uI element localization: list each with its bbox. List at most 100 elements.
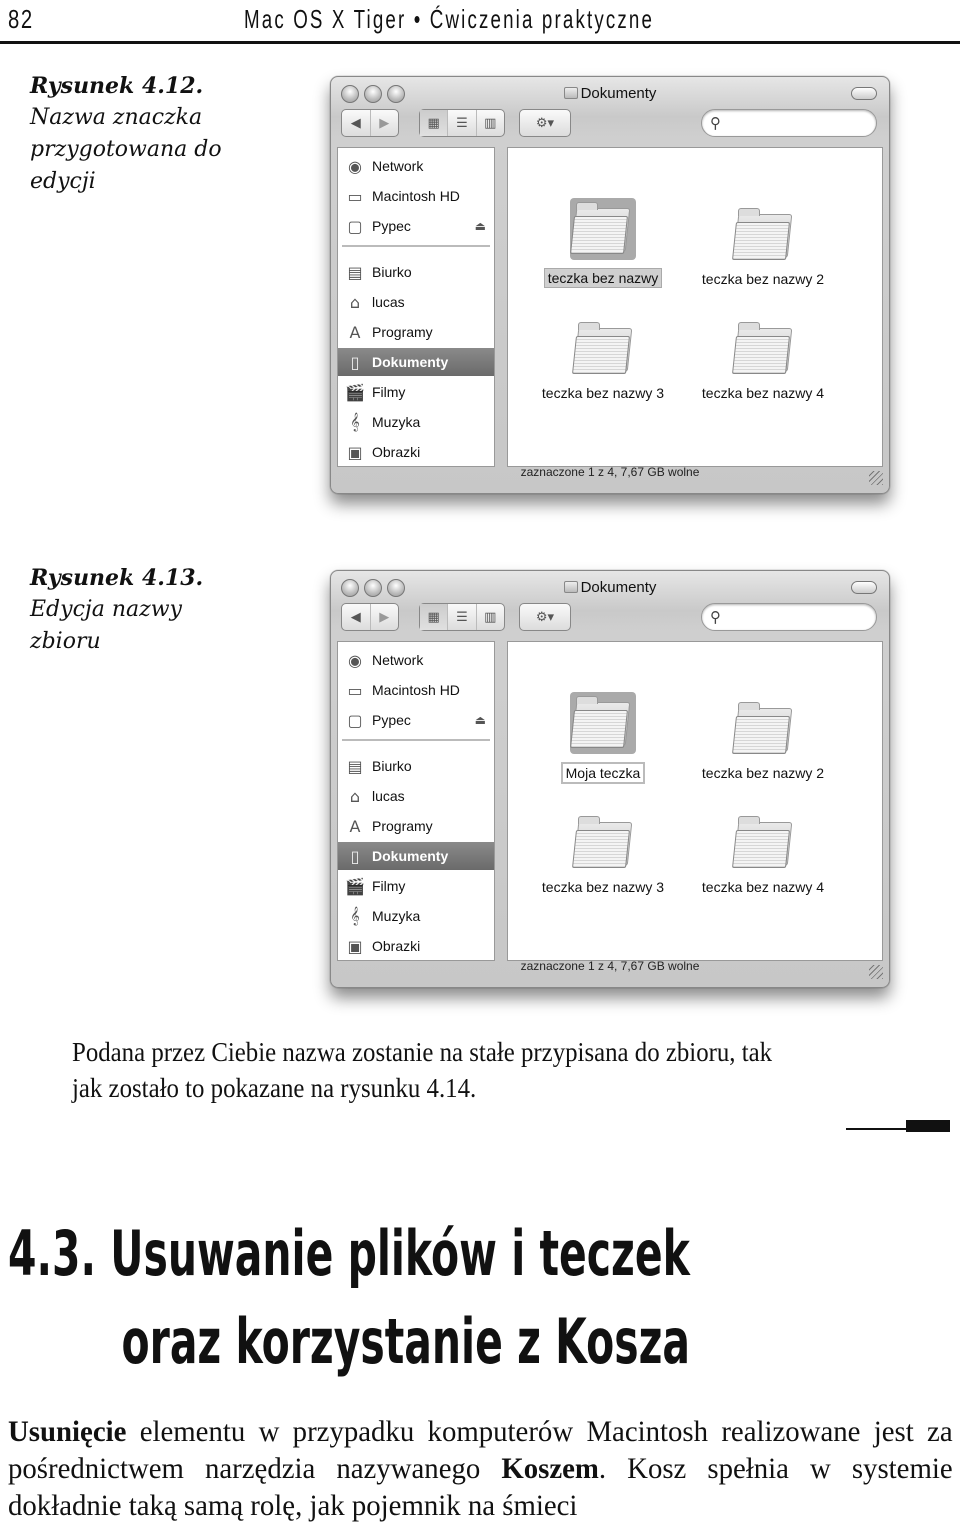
device-icon: ▢ — [347, 216, 363, 236]
resize-grip[interactable] — [869, 965, 883, 979]
action-menu-button[interactable]: ⚙▾ — [519, 109, 571, 137]
list-view-button[interactable]: ☰ — [448, 604, 477, 630]
sidebar-item[interactable]: ▣ Obrazki — [338, 932, 494, 960]
folder-name: teczka bez nazwy 4 — [701, 879, 825, 895]
sidebar: ◉ Network ▭ Macintosh HD ▢ Pypec ⏏ ▤ Biurko ⌂ luca… — [337, 641, 495, 961]
sidebar-item-label: Muzyka — [372, 908, 421, 924]
back-icon: ◀ — [350, 609, 361, 625]
folder-icon — [563, 87, 578, 99]
sidebar-item[interactable]: ▣ Obrazki — [338, 438, 494, 466]
place-icon: ⌂ — [349, 786, 361, 806]
sidebar: ◉ Network ▭ Macintosh HD ▢ Pypec ⏏ ▤ Biurko ⌂ luca… — [337, 147, 495, 467]
sidebar-item[interactable]: ▤ Biurko — [338, 258, 494, 286]
resize-grip[interactable] — [869, 471, 883, 485]
sidebar-item[interactable]: A Programy — [338, 812, 494, 840]
search-field[interactable]: ⚲ — [701, 603, 877, 631]
folder-name: teczka bez nazwy 4 — [701, 385, 825, 401]
sidebar-item[interactable]: ▤ Biurko — [338, 752, 494, 780]
grid-icon: ▦ — [427, 115, 440, 131]
gear-icon: ⚙▾ — [535, 115, 555, 131]
sidebar-item[interactable]: ⌂ lucas — [338, 288, 494, 316]
device-icon: ▭ — [347, 186, 363, 206]
section-heading-line2: oraz korzystanie z Kosza — [121, 1305, 691, 1378]
column-view-button[interactable]: ▥ — [477, 110, 504, 136]
folder-icon — [563, 581, 578, 593]
action-menu-button[interactable]: ⚙▾ — [519, 603, 571, 631]
sidebar-item-label: Filmy — [372, 878, 406, 894]
folder-item[interactable]: Moja teczka — [528, 692, 678, 784]
search-field[interactable]: ⚲ — [701, 109, 877, 137]
sidebar-item[interactable]: ⌂ lucas — [338, 782, 494, 810]
folder-item[interactable]: teczka bez nazwy 3 — [528, 812, 678, 896]
forward-button[interactable]: ▶ — [371, 604, 399, 630]
sidebar-item[interactable]: ▯ Dokumenty — [338, 842, 494, 870]
list-view-button[interactable]: ☰ — [448, 110, 477, 136]
device-icon: ▭ — [347, 680, 363, 700]
folder-item[interactable]: teczka bez nazwy 2 — [688, 698, 838, 782]
forward-icon: ▶ — [379, 609, 390, 625]
sidebar-item[interactable]: 𝄞 Muzyka — [338, 408, 494, 436]
device-icon: ◉ — [348, 156, 362, 176]
folder-icon — [732, 698, 794, 756]
sidebar-item[interactable]: ▢ Pypec ⏏ — [338, 212, 494, 240]
folder-item[interactable]: teczka bez nazwy 4 — [688, 318, 838, 402]
sidebar-item[interactable]: A Programy — [338, 318, 494, 346]
sidebar-item[interactable]: 🎬 Filmy — [338, 872, 494, 900]
place-icon: 🎬 — [345, 382, 365, 402]
sidebar-item-label: Dokumenty — [372, 354, 449, 370]
place-icon: ▣ — [347, 442, 363, 462]
place-icon: 𝄞 — [350, 906, 360, 925]
folder-item[interactable]: teczka bez nazwy 2 — [688, 204, 838, 288]
place-icon: ▯ — [350, 352, 360, 372]
sidebar-item[interactable]: 𝄞 Muzyka — [338, 902, 494, 930]
folder-icon — [732, 204, 794, 262]
decorative-block — [906, 1120, 950, 1132]
folder-icon — [572, 812, 634, 870]
sidebar-item-label: Network — [372, 158, 424, 174]
sidebar-item[interactable]: 🎬 Filmy — [338, 378, 494, 406]
sidebar-item-label: Pypec — [372, 218, 411, 234]
sidebar-item[interactable]: ▭ Macintosh HD — [338, 676, 494, 704]
folder-item[interactable]: teczka bez nazwy — [528, 198, 678, 288]
back-icon: ◀ — [350, 115, 361, 131]
place-icon: ▤ — [347, 262, 363, 282]
sidebar-divider — [342, 245, 490, 247]
sidebar-item[interactable]: ▭ Macintosh HD — [338, 182, 494, 210]
gear-button[interactable]: ⚙▾ — [520, 110, 570, 136]
sidebar-item[interactable]: ▯ Dokumenty — [338, 348, 494, 376]
figure-caption: Rysunek 4.13. Edycja nazwy zbioru — [30, 562, 240, 658]
toolbar-toggle-button[interactable] — [851, 581, 877, 594]
icon-view-button[interactable]: ▦ — [420, 604, 449, 630]
sidebar-item[interactable]: ◉ Network — [338, 646, 494, 674]
section-heading: 4.3. Usuwanie plików i teczek oraz korzy… — [8, 1210, 690, 1386]
gear-button[interactable]: ⚙▾ — [520, 604, 570, 630]
folder-icon — [732, 318, 794, 376]
sidebar-item[interactable]: ▢ Pypec ⏏ — [338, 706, 494, 734]
place-icon: 🎬 — [345, 876, 365, 896]
toolbar-toggle-button[interactable] — [851, 87, 877, 100]
grid-icon: ▦ — [427, 609, 440, 625]
column-view-button[interactable]: ▥ — [477, 604, 504, 630]
folder-name-input[interactable]: Moja teczka — [560, 762, 646, 784]
nav-buttons: ◀ ▶ — [341, 603, 399, 631]
back-button[interactable]: ◀ — [342, 110, 371, 136]
eject-icon[interactable]: ⏏ — [475, 713, 486, 727]
place-icon: ▤ — [347, 756, 363, 776]
back-button[interactable]: ◀ — [342, 604, 371, 630]
icon-view-button[interactable]: ▦ — [420, 110, 449, 136]
status-bar: zaznaczone 1 z 4, 7,67 GB wolne — [520, 465, 700, 479]
icon-view-content: Moja teczka teczka bez nazwy 2 teczka bez … — [507, 641, 883, 961]
paragraph: Podana przez Ciebie nazwa zostanie na st… — [72, 1037, 773, 1103]
nav-buttons: ◀ ▶ — [341, 109, 399, 137]
device-icon: ◉ — [348, 650, 362, 670]
sidebar-item-label: Pypec — [372, 712, 411, 728]
place-icon: 𝄞 — [350, 412, 360, 431]
folder-name: teczka bez nazwy 2 — [701, 271, 825, 287]
folder-item[interactable]: teczka bez nazwy 3 — [528, 318, 678, 402]
forward-button[interactable]: ▶ — [371, 110, 399, 136]
sidebar-item[interactable]: ◉ Network — [338, 152, 494, 180]
search-icon: ⚲ — [710, 114, 721, 132]
sidebar-item-label: Filmy — [372, 384, 406, 400]
eject-icon[interactable]: ⏏ — [475, 219, 486, 233]
folder-item[interactable]: teczka bez nazwy 4 — [688, 812, 838, 896]
